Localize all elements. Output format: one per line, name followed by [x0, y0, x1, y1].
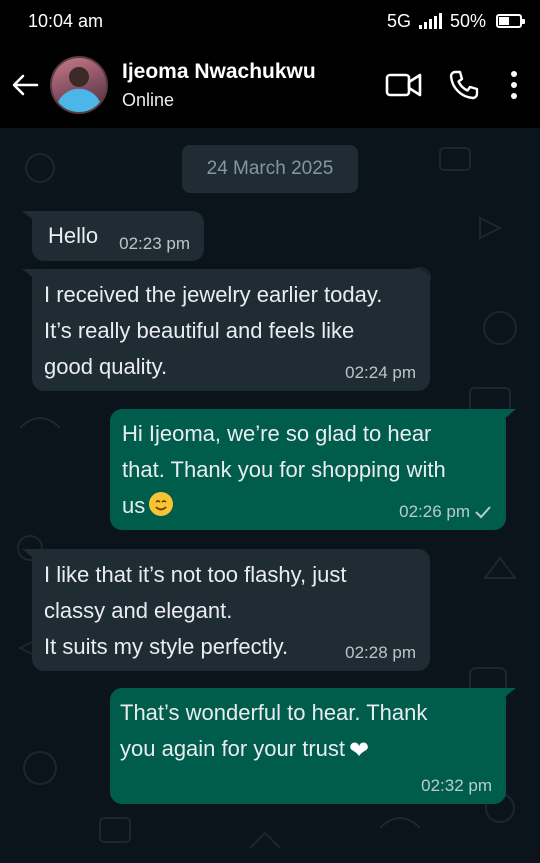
- voice-call-button[interactable]: [434, 55, 494, 115]
- message-incoming[interactable]: I like that it’s not too flashy, just cl…: [22, 549, 430, 671]
- chat-area[interactable]: 24 March 2025 Hello 02:23 pm I received …: [0, 128, 540, 863]
- status-time: 10:04 am: [28, 10, 104, 31]
- contact-info[interactable]: Ijeoma Nwachukwu Online: [122, 60, 374, 111]
- single-check-icon: [475, 506, 491, 519]
- message-text: Hi Ijeoma, we’re so glad to hear that. T…: [122, 416, 446, 524]
- battery-icon: [496, 14, 525, 28]
- video-call-button[interactable]: [374, 55, 434, 115]
- message-time: 02:28 pm: [345, 643, 416, 662]
- more-options-button[interactable]: [494, 55, 534, 115]
- message-time: 02:32 pm: [421, 776, 492, 795]
- more-options-icon: [511, 71, 517, 99]
- bubble-tail: [22, 269, 42, 285]
- bubble-tail: [496, 409, 516, 425]
- bubble-tail: [22, 549, 42, 565]
- network-type: 5G: [386, 10, 411, 31]
- message-time: 02:26 pm: [399, 502, 470, 521]
- message-text-content: That’s wonderful to hear. Thank you agai…: [120, 700, 428, 761]
- message-outgoing[interactable]: Hi Ijeoma, we’re so glad to hear that. T…: [110, 409, 516, 530]
- date-separator: 24 March 2025: [182, 145, 358, 193]
- message-time: 02:24 pm: [345, 363, 416, 382]
- phone-call-icon: [449, 70, 479, 100]
- video-call-icon: [385, 73, 422, 97]
- message-incoming[interactable]: I received the jewelry earlier today. It…: [22, 269, 430, 391]
- message-text: I received the jewelry earlier today. It…: [44, 282, 383, 379]
- battery-level-fill: [499, 17, 509, 25]
- contact-status: Online: [122, 89, 175, 110]
- header-actions: [374, 55, 534, 115]
- contact-avatar[interactable]: [50, 56, 108, 114]
- message-text: That’s wonderful to hear. Thank you agai…: [120, 695, 427, 769]
- signal-icon: [418, 13, 442, 29]
- white-heart-emoji: ❤: [349, 737, 370, 764]
- bubble-tail: [22, 211, 42, 227]
- status-indicators: 5G 50%: [386, 10, 525, 32]
- bubble-tail: [496, 688, 516, 704]
- message-time: 02:23 pm: [119, 234, 190, 253]
- back-arrow-icon: [12, 74, 39, 96]
- status-bar: 10:04 am 5G 50%: [0, 0, 540, 42]
- contact-name: Ijeoma Nwachukwu: [122, 59, 316, 83]
- battery-percent: 50%: [449, 10, 486, 31]
- message-incoming[interactable]: Hello 02:23 pm: [22, 211, 204, 261]
- smiling-face-emoji: [149, 492, 174, 516]
- message-meta: 02:26 pm: [399, 502, 492, 522]
- message-text: Hello: [48, 223, 99, 248]
- chat-header: Ijeoma Nwachukwu Online: [0, 42, 540, 128]
- message-outgoing[interactable]: That’s wonderful to hear. Thank you agai…: [110, 688, 516, 804]
- back-button[interactable]: [2, 55, 48, 115]
- message-text: I like that it’s not too flashy, just cl…: [44, 562, 347, 659]
